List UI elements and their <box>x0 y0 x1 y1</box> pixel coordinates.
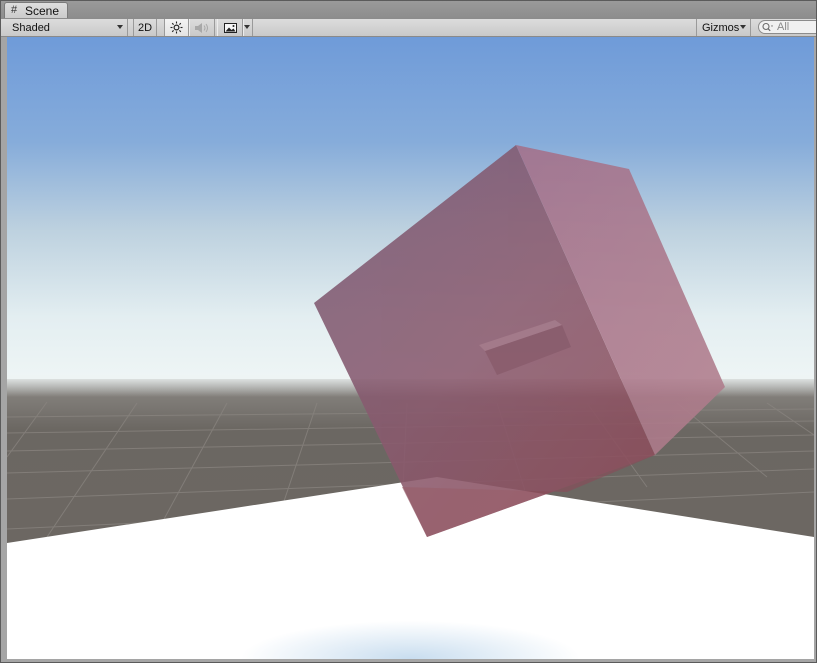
tab-scene[interactable]: # Scene <box>4 2 68 18</box>
gizmos-dropdown[interactable]: Gizmos <box>696 19 751 36</box>
scene-effects-dropdown[interactable] <box>243 19 253 36</box>
dropdown-arrow-icon <box>740 25 746 29</box>
search-input[interactable] <box>775 21 816 33</box>
gizmos-label: Gizmos <box>702 21 740 34</box>
scene-viewport[interactable] <box>7 37 814 659</box>
toggle-2d-label: 2D <box>137 21 153 34</box>
sun-icon <box>170 21 183 34</box>
scene-toolbar: Shaded 2D Gizmos All <box>1 19 816 37</box>
image-icon <box>223 22 237 33</box>
toggle-2d-button[interactable]: 2D <box>133 19 157 36</box>
scene-effects-toggle[interactable] <box>217 19 243 36</box>
tab-strip: # Scene <box>1 1 816 20</box>
scene-render[interactable] <box>7 37 814 659</box>
tab-scene-label: Scene <box>25 3 60 18</box>
dropdown-arrow-icon <box>244 25 250 29</box>
speaker-icon <box>195 22 208 33</box>
shading-mode-dropdown[interactable]: Shaded <box>8 19 128 36</box>
scene-window: # Scene Shaded 2D Gizmos All <box>0 0 817 663</box>
scene-audio-toggle[interactable] <box>189 19 215 36</box>
search-icon <box>762 22 773 32</box>
hash-grid-icon: # <box>11 4 18 16</box>
scene-search-field[interactable] <box>758 20 816 34</box>
shading-mode-label: Shaded <box>12 21 50 34</box>
dropdown-arrow-icon <box>117 25 123 29</box>
scene-lighting-toggle[interactable] <box>164 19 189 36</box>
